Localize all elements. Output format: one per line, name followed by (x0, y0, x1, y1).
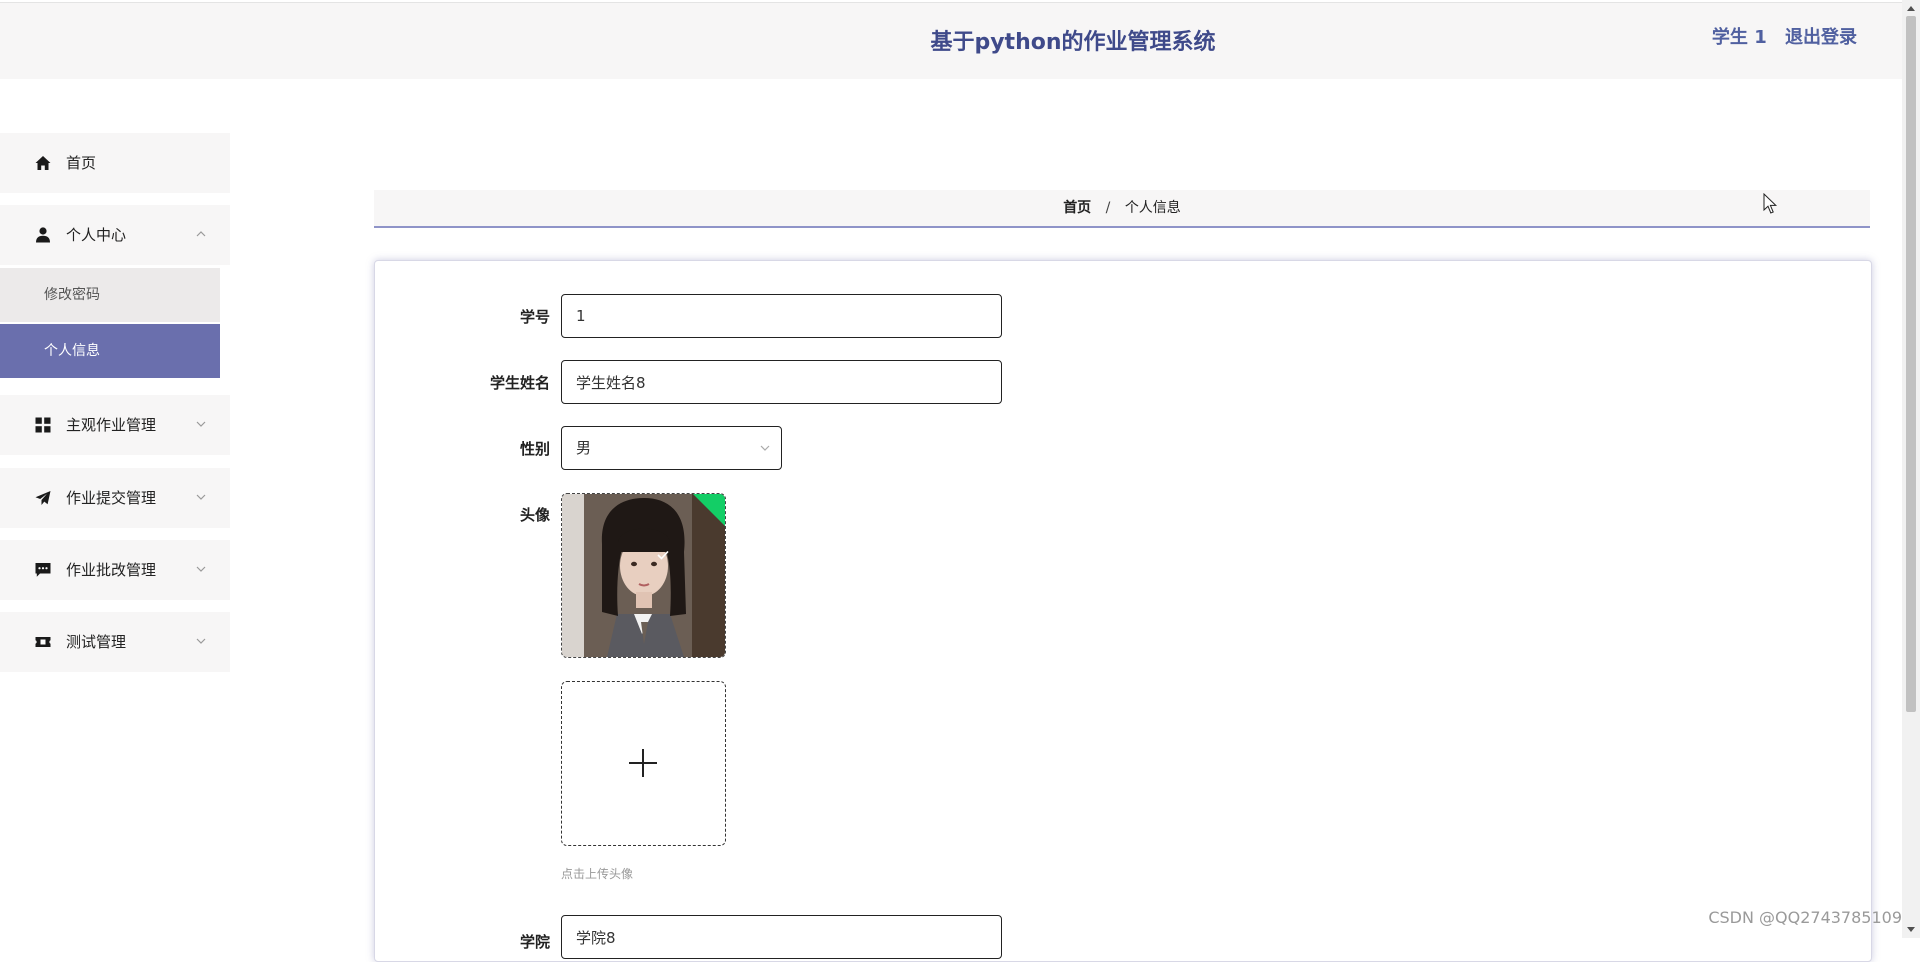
sidebar-item-personal-center[interactable]: 个人中心 (0, 205, 230, 265)
chevron-down-icon (760, 445, 770, 451)
sidebar-subitem-change-password[interactable]: 修改密码 (0, 268, 220, 322)
breadcrumb-home-link[interactable]: 首页 (1063, 200, 1091, 216)
student-name-input[interactable] (561, 360, 1002, 404)
sidebar-item-label: 主观作业管理 (66, 416, 157, 434)
breadcrumb-current: 个人信息 (1124, 200, 1181, 216)
sidebar-item-home[interactable]: 首页 (0, 133, 230, 193)
college-input[interactable] (561, 915, 1002, 959)
breadcrumb-separator: / (1105, 200, 1111, 216)
sidebar-group-homework-submission: 作业提交管理 (0, 468, 230, 528)
app-title: 基于python的作业管理系统 (930, 30, 1216, 55)
upload-success-badge (693, 494, 725, 526)
sidebar-group-home: 首页 (0, 133, 230, 193)
comment-icon (35, 563, 51, 577)
user-icon (36, 227, 50, 243)
personal-info-form: 学号 学生姓名 性别 男 头像 (374, 260, 1872, 962)
sidebar-item-test-management[interactable]: 测试管理 (0, 612, 230, 672)
avatar-upload-button[interactable] (561, 681, 726, 846)
scrollbar-thumb[interactable] (1906, 16, 1916, 712)
avatar-thumbnail[interactable] (561, 493, 726, 658)
student-id-label: 学号 (519, 308, 550, 326)
college-label: 学院 (519, 933, 550, 951)
home-icon (35, 156, 51, 170)
scroll-down-arrow-icon[interactable] (1906, 926, 1916, 934)
sidebar-item-label: 作业批改管理 (66, 561, 157, 579)
upload-hint: 点击上传头像 (561, 867, 634, 881)
sidebar-group-personal-center: 个人中心 (0, 205, 230, 265)
gender-select[interactable]: 男 (561, 426, 782, 470)
plus-icon (629, 749, 657, 777)
chevron-down-icon (196, 566, 206, 572)
grid-icon (35, 417, 51, 433)
student-name-label: 学生姓名 (489, 374, 550, 392)
watermark: CSDN @QQ2743785109 (1708, 908, 1902, 927)
chevron-down-icon (196, 638, 206, 644)
top-bar: 基于python的作业管理系统 学生 1 退出登录 (0, 2, 1902, 79)
sidebar-item-label: 个人中心 (66, 226, 127, 244)
chevron-down-icon (196, 494, 206, 500)
logout-button[interactable]: 退出登录 (1785, 27, 1857, 48)
user-area: 学生 1 退出登录 (1700, 3, 1857, 73)
paper-plane-icon (35, 491, 51, 505)
chevron-up-icon (196, 231, 206, 237)
scroll-up-arrow-icon[interactable] (1906, 4, 1916, 12)
student-id-input[interactable] (561, 294, 1002, 338)
sidebar-item-label: 首页 (66, 154, 97, 172)
chevron-down-icon (196, 421, 206, 427)
sidebar-item-homework-submission[interactable]: 作业提交管理 (0, 468, 230, 528)
sidebar-group-subjective-homework: 主观作业管理 (0, 395, 230, 455)
mouse-cursor-icon (1763, 193, 1778, 214)
current-user: 学生 1 (1711, 27, 1767, 48)
gender-label: 性别 (519, 440, 550, 458)
gender-selected-value: 男 (576, 439, 592, 457)
sidebar-group-test-management: 测试管理 (0, 612, 230, 672)
sidebar-subitem-personal-info[interactable]: 个人信息 (0, 324, 220, 378)
sidebar-group-homework-grading: 作业批改管理 (0, 540, 230, 600)
sidebar-item-homework-grading[interactable]: 作业批改管理 (0, 540, 230, 600)
check-icon (657, 550, 669, 560)
avatar-label: 头像 (519, 506, 550, 524)
sidebar-submenu-personal-center: 修改密码 个人信息 (0, 268, 230, 378)
sidebar-item-label: 作业提交管理 (66, 489, 157, 507)
sidebar-item-subjective-homework[interactable]: 主观作业管理 (0, 395, 230, 455)
breadcrumb: 首页 / 个人信息 (374, 190, 1870, 228)
sidebar-item-label: 测试管理 (66, 633, 127, 651)
ticket-icon (35, 637, 51, 647)
